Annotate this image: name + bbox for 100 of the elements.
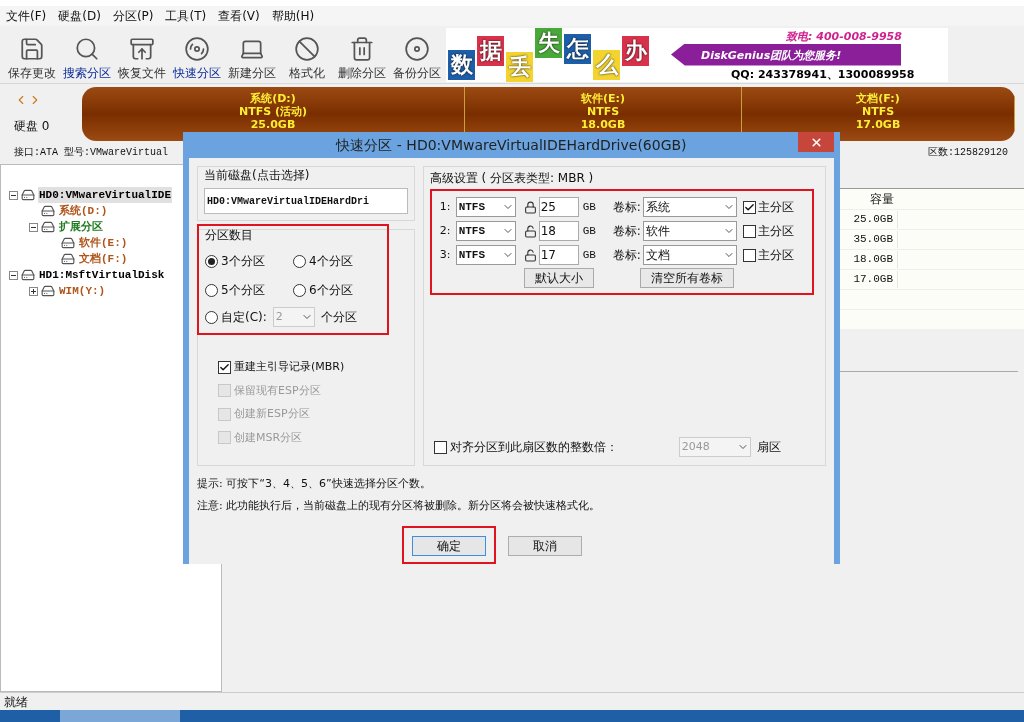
volume-dropdown[interactable]: 系统 bbox=[642, 197, 737, 217]
drive-icon bbox=[61, 252, 75, 266]
option-label: 保留现有ESP分区 bbox=[234, 382, 321, 399]
collapse-icon[interactable] bbox=[9, 190, 18, 200]
volume-caption: 卷标: bbox=[612, 223, 641, 240]
drive-icon bbox=[61, 236, 75, 250]
radio-option[interactable]: 3个分区 bbox=[205, 252, 293, 270]
tree-item[interactable]: 扩展分区 bbox=[58, 218, 104, 236]
align-label: 对齐分区到此扇区数的整数倍： bbox=[449, 439, 619, 456]
radio-option[interactable]: 4个分区 bbox=[293, 252, 381, 270]
tree-item[interactable]: WIM(Y:) bbox=[58, 282, 107, 300]
disc-icon bbox=[403, 35, 430, 62]
toolbar-button[interactable]: 删除分区 bbox=[334, 27, 389, 82]
tree-item[interactable]: 软件(E:) bbox=[78, 234, 129, 252]
drive-icon bbox=[41, 220, 55, 234]
primary-label: 主分区 bbox=[757, 247, 794, 264]
menu-item[interactable]: 分区(P) bbox=[112, 7, 154, 25]
banner-tile: 办 bbox=[622, 35, 649, 66]
volume-dropdown[interactable]: 软件 bbox=[642, 221, 737, 241]
volume-dropdown[interactable]: 文档 bbox=[642, 245, 737, 265]
banner-tile: 怎 bbox=[564, 33, 591, 64]
save-icon bbox=[18, 35, 45, 62]
hint-text: 提示: 可按下“3、4、5、6”快速选择分区个数。 bbox=[197, 476, 432, 492]
hint-text: 注意: 此功能执行后，当前磁盘上的现有分区将被删除。新分区将会被快速格式化。 bbox=[197, 497, 602, 514]
dialog-button[interactable]: 清空所有卷标 bbox=[639, 268, 734, 288]
menu-item[interactable]: 查看(V) bbox=[218, 7, 260, 25]
dialog-button[interactable]: 取消 bbox=[507, 536, 582, 556]
slashed-circle-icon bbox=[293, 35, 320, 62]
disk-info: 区数:125829120 bbox=[928, 145, 1008, 160]
drive-icon bbox=[41, 284, 55, 298]
disk-label: 硬盘 0 bbox=[14, 118, 51, 135]
close-button[interactable] bbox=[798, 132, 834, 152]
unlock-icon[interactable] bbox=[523, 224, 537, 238]
toolbar-button[interactable]: 搜索分区 bbox=[59, 27, 114, 82]
collapse-icon[interactable] bbox=[29, 222, 38, 232]
partition-name: 文档(F:) bbox=[856, 92, 900, 105]
size-field[interactable]: 17 bbox=[538, 245, 579, 265]
radio-option[interactable]: 自定(C): bbox=[205, 308, 267, 326]
tree-item[interactable]: HD0:VMwareVirtualIDE bbox=[38, 186, 173, 204]
lock-icon[interactable] bbox=[523, 200, 537, 214]
menu-item[interactable]: 工具(T) bbox=[165, 7, 207, 25]
disc-icon bbox=[183, 35, 210, 62]
toolbar-button[interactable]: 保存更改 bbox=[4, 27, 59, 82]
size-field[interactable]: 18 bbox=[538, 221, 579, 241]
close-icon bbox=[809, 135, 823, 149]
toolbar-button[interactable]: 备份分区 bbox=[389, 27, 444, 82]
partition-name: 系统(D:) bbox=[250, 92, 296, 105]
row-index: 1: bbox=[439, 198, 452, 215]
filesystem-dropdown[interactable]: NTFS bbox=[455, 221, 516, 241]
unit-label: GB bbox=[582, 223, 597, 239]
banner-tile: 据 bbox=[477, 35, 504, 66]
tree-item[interactable]: HD1:MsftVirtualDisk bbox=[38, 266, 166, 284]
trash-icon bbox=[348, 35, 375, 62]
disk-info: 接口:ATA bbox=[14, 145, 58, 160]
filesystem-dropdown[interactable]: NTFS bbox=[455, 197, 516, 217]
toolbar-button[interactable]: 新建分区 bbox=[224, 27, 279, 82]
toolbar-button[interactable]: 恢复文件 bbox=[114, 27, 169, 82]
partition-size: 18.0GB bbox=[580, 118, 626, 131]
row-index: 3: bbox=[439, 246, 452, 263]
dialog-button[interactable]: 默认大小 bbox=[523, 268, 594, 288]
size-field[interactable]: 25 bbox=[538, 197, 579, 217]
volume-caption: 卷标: bbox=[612, 199, 641, 216]
partition-fs: NTFS bbox=[861, 105, 895, 118]
group-title: 高级设置 ( 分区表类型: MBR ) bbox=[429, 170, 595, 187]
unit-label: 扇区 bbox=[756, 439, 781, 456]
tree-item[interactable]: 文档(F:) bbox=[78, 250, 129, 268]
unit-label: GB bbox=[582, 199, 597, 215]
dialog-button[interactable]: 确定 bbox=[411, 536, 486, 556]
group-title: 当前磁盘(点击选择) bbox=[204, 167, 311, 184]
primary-checkbox[interactable] bbox=[742, 224, 756, 238]
banner-qq: QQ: 243378941、1300089958 bbox=[731, 66, 915, 82]
menu-item[interactable]: 文件(F) bbox=[6, 7, 47, 25]
radio-option[interactable]: 5个分区 bbox=[205, 281, 293, 299]
group-title: 分区数目 bbox=[205, 227, 254, 244]
collapse-icon[interactable] bbox=[9, 270, 18, 280]
menu-item[interactable]: 帮助(H) bbox=[271, 7, 315, 25]
option-label: 创建新ESP分区 bbox=[234, 406, 310, 422]
disk-field[interactable]: HD0:VMwareVirtualIDEHardDri bbox=[204, 188, 408, 214]
primary-checkbox[interactable] bbox=[742, 200, 756, 214]
tree-item[interactable]: 系统(D:) bbox=[58, 202, 109, 220]
column-header: 容量 bbox=[869, 191, 895, 208]
filesystem-dropdown[interactable]: NTFS bbox=[455, 245, 516, 265]
box-icon bbox=[128, 35, 155, 62]
primary-checkbox[interactable] bbox=[742, 248, 756, 262]
menu-item[interactable]: 硬盘(D) bbox=[58, 7, 101, 25]
option-label: 创建MSR分区 bbox=[234, 429, 303, 446]
radio-option[interactable]: 6个分区 bbox=[293, 281, 381, 299]
toolbar-button[interactable]: 格式化 bbox=[279, 27, 334, 82]
option-checkbox[interactable] bbox=[218, 360, 231, 374]
banner-phone: 致电: 400-008-9958 bbox=[786, 28, 902, 45]
drive-icon bbox=[21, 188, 35, 202]
count-suffix: 个分区 bbox=[320, 309, 357, 326]
disk-info: 型号:VMwareVirtual bbox=[64, 145, 169, 160]
unlock-icon[interactable] bbox=[523, 248, 537, 262]
expand-icon[interactable] bbox=[29, 286, 38, 296]
volume-caption: 卷标: bbox=[612, 247, 641, 264]
toolbar-button[interactable]: 快速分区 bbox=[169, 27, 224, 82]
banner-tile: 么 bbox=[593, 49, 620, 80]
search-icon bbox=[73, 35, 100, 62]
partition-fs: NTFS bbox=[586, 105, 620, 118]
